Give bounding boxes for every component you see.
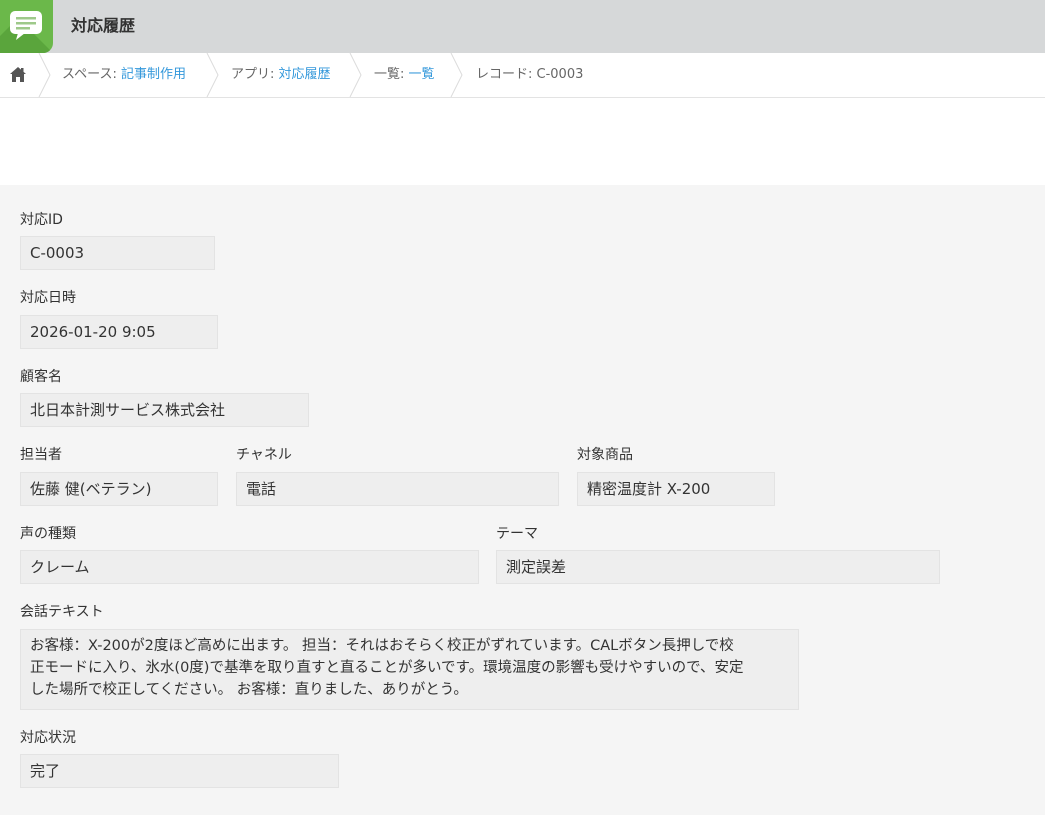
field-value-status: 完了 — [20, 754, 339, 788]
breadcrumb-current: レコード: C-0003 — [476, 67, 584, 82]
breadcrumb-prefix: スペース: — [62, 67, 121, 82]
conversation-line: 正モードに入り、氷水(0度)で基準を取り直すと直ることが多いです。環境温度の影響… — [30, 660, 744, 676]
home-icon — [10, 67, 26, 82]
app-icon[interactable] — [0, 0, 53, 53]
breadcrumb-separator — [450, 53, 463, 97]
field-label-assignee: 担当者 — [20, 447, 62, 463]
field-value-response-id: C-0003 — [20, 236, 215, 270]
field-value-assignee: 佐藤 健(ベテラン) — [20, 472, 218, 506]
field-value-response-datetime: 2026-01-20 9:05 — [20, 315, 218, 349]
breadcrumb-record: レコード: C-0003 — [476, 66, 583, 84]
field-label-channel: チャネル — [236, 447, 292, 463]
field-label-product: 対象商品 — [577, 447, 633, 463]
field-value-conversation: お客様：X-200が2度ほど高めに出ます。 担当：それはおそらく校正がずれていま… — [20, 629, 799, 710]
breadcrumb: スペース: 記事制作用 アプリ: 対応履歴 一覧: 一覧 レコード: C-000… — [0, 53, 1045, 98]
app-header: 対応履歴 — [0, 0, 1045, 53]
breadcrumb-prefix: アプリ: — [231, 67, 279, 82]
chat-bubble-icon — [10, 11, 42, 40]
toolbar-area — [0, 98, 1045, 185]
breadcrumb-separator — [349, 53, 362, 97]
field-label-conversation: 会話テキスト — [20, 604, 104, 620]
breadcrumb-separator — [206, 53, 219, 97]
conversation-line: した場所で校正してください。 お客様：直りました、ありがとう。 — [30, 682, 468, 698]
breadcrumb-separator — [38, 53, 51, 97]
field-value-voice-type: クレーム — [20, 550, 479, 584]
breadcrumb-view: 一覧: 一覧 — [374, 66, 435, 84]
field-label-status: 対応状況 — [20, 730, 76, 746]
breadcrumb-link-space[interactable]: 記事制作用 — [121, 67, 186, 82]
field-label-theme: テーマ — [496, 526, 538, 542]
breadcrumb-prefix: 一覧: — [374, 67, 409, 82]
breadcrumb-space: スペース: 記事制作用 — [62, 66, 186, 84]
record-body: 対応ID C-0003 対応日時 2026-01-20 9:05 顧客名 北日本… — [0, 185, 1045, 815]
breadcrumb-link-app[interactable]: 対応履歴 — [279, 67, 331, 82]
field-value-theme: 測定誤差 — [496, 550, 940, 584]
field-label-response-id: 対応ID — [20, 212, 63, 228]
field-value-channel: 電話 — [236, 472, 559, 506]
conversation-line: お客様：X-200が2度ほど高めに出ます。 担当：それはおそらく校正がずれていま… — [30, 638, 734, 654]
breadcrumb-link-view[interactable]: 一覧 — [409, 67, 435, 82]
home-button[interactable] — [7, 65, 29, 85]
field-value-product: 精密温度計 X-200 — [577, 472, 775, 506]
breadcrumb-app: アプリ: 対応履歴 — [231, 66, 331, 84]
field-label-voice-type: 声の種類 — [20, 526, 76, 542]
field-label-response-datetime: 対応日時 — [20, 290, 76, 306]
field-label-customer-name: 顧客名 — [20, 369, 62, 385]
field-value-customer-name: 北日本計測サービス株式会社 — [20, 393, 309, 427]
app-title[interactable]: 対応履歴 — [71, 15, 135, 37]
